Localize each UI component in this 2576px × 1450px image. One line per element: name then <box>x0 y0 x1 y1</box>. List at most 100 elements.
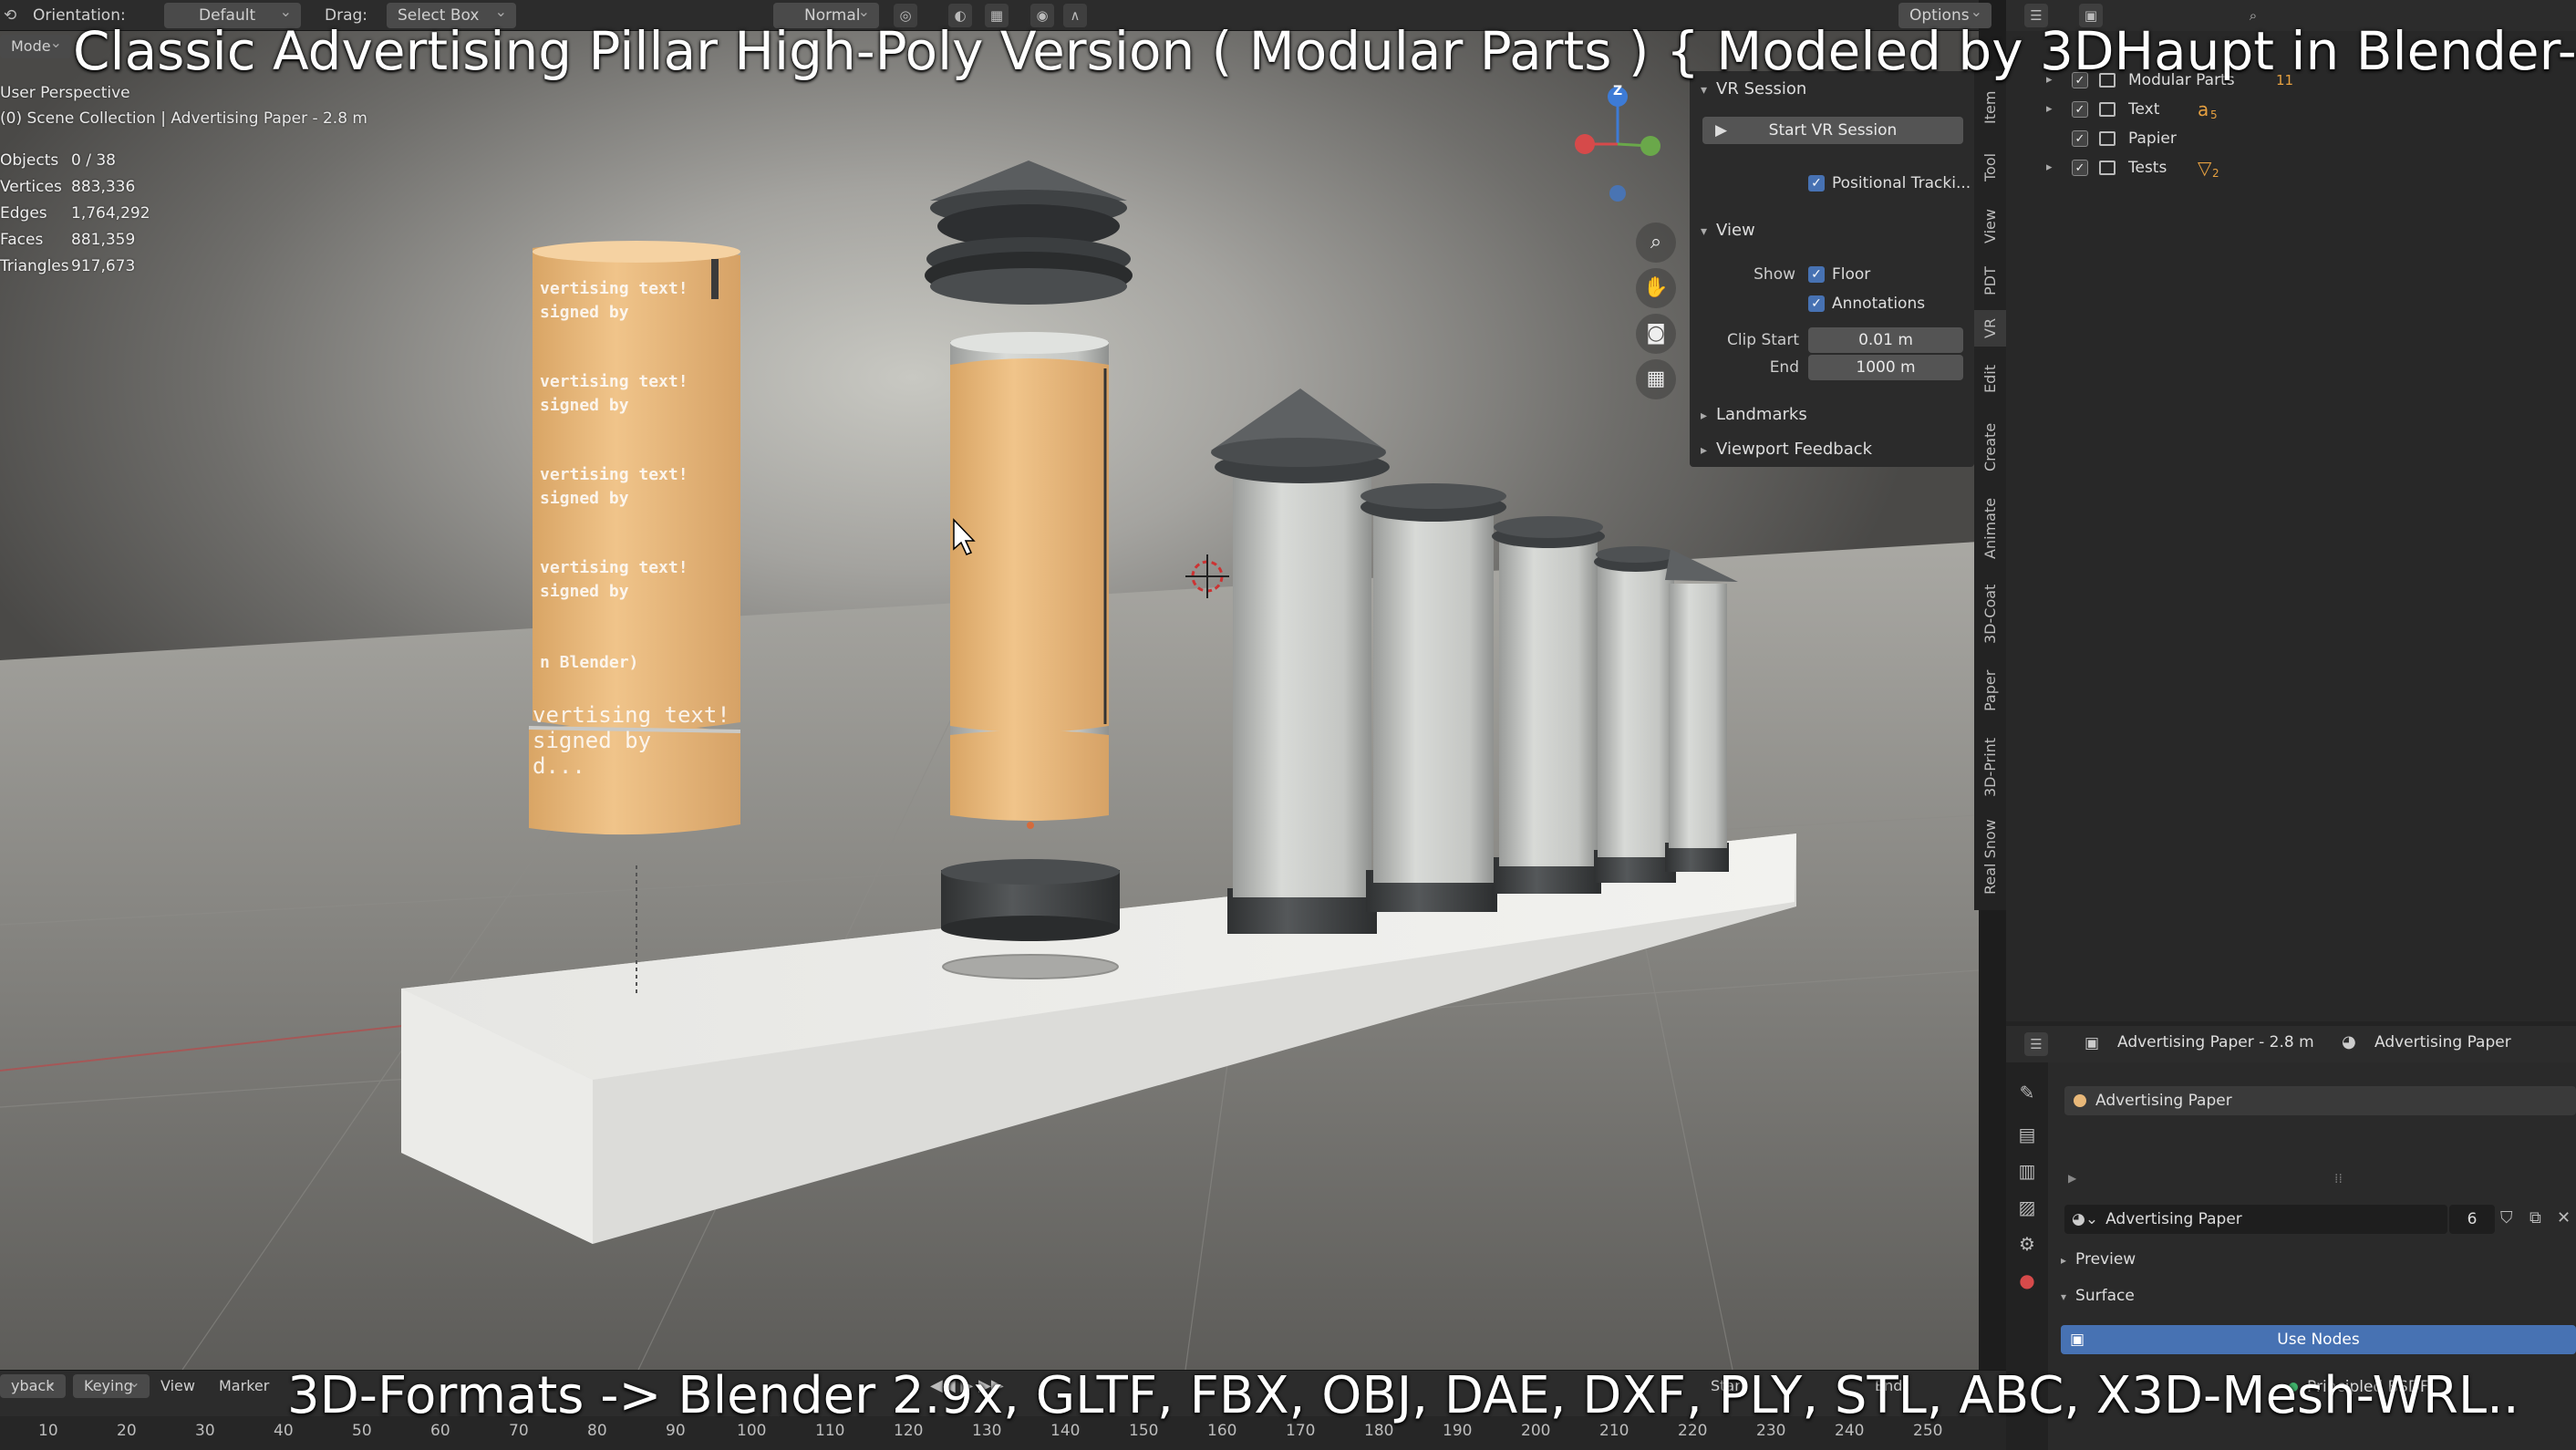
annotations-checkbox[interactable]: ✓ <box>1808 295 1825 312</box>
unlink-icon[interactable]: ✕ <box>2557 1208 2571 1227</box>
camera-icon[interactable]: ◙ <box>1636 314 1676 354</box>
visibility-checkbox[interactable]: ✓ <box>2072 160 2088 176</box>
paper-line: vertising text! <box>540 279 688 298</box>
render-tab-icon[interactable]: ▤ <box>2013 1121 2041 1148</box>
play-icon: ▶ <box>1715 121 1728 140</box>
use-nodes-label: Use Nodes <box>2277 1331 2360 1349</box>
outliner-row-name: Tests <box>2128 159 2167 177</box>
start-vr-label: Start VR Session <box>1768 121 1898 140</box>
outliner-row[interactable]: ▸ ✓ Tests ▽ 2 <box>2006 153 2576 182</box>
nodes-icon: ▣ <box>2070 1331 2085 1349</box>
viewport-feedback-header[interactable]: Viewport Feedback <box>1701 436 1872 463</box>
sidebar-tabs: Item Tool View PDT VR Edit Create Animat… <box>1974 71 2006 910</box>
tab-pdt[interactable]: PDT <box>1974 258 2006 304</box>
ortho-grid-icon[interactable]: ▦ <box>1636 359 1676 399</box>
fake-user-icon[interactable]: ⛉ <box>2500 1208 2513 1227</box>
editor-type-icon[interactable]: ☰ <box>2024 1032 2048 1056</box>
stat-value: 883,336 <box>71 178 136 196</box>
pillar-2 <box>1360 483 1506 912</box>
stat-value: 1,764,292 <box>71 204 150 223</box>
paper-line: signed by <box>540 489 629 508</box>
floor-checkbox[interactable]: ✓ <box>1808 266 1825 283</box>
stat-value: 0 / 38 <box>71 151 116 170</box>
tab-edit[interactable]: Edit <box>1974 352 2006 407</box>
collection-icon <box>2099 161 2116 175</box>
right-column: ☰ ▣ ⌕ ▸ ✓ Modular Parts 11 ▸ ✓ Text a 5 … <box>2006 0 2576 1450</box>
tab-tool[interactable]: Tool <box>1974 140 2006 194</box>
zoom-icon[interactable]: ⌕ <box>1636 223 1676 263</box>
marker-menu[interactable]: Marker <box>219 1374 269 1398</box>
visibility-checkbox[interactable]: ✓ <box>2072 130 2088 147</box>
playback-dropdown[interactable]: yback <box>0 1371 66 1398</box>
paper-line: vertising text! <box>540 372 688 391</box>
material-slot[interactable]: Advertising Paper <box>2064 1086 2576 1115</box>
world-tab-icon[interactable]: ● <box>2013 1267 2041 1294</box>
object-icon: ▣ <box>2085 1034 2100 1052</box>
material-datablock-name: Advertising Paper <box>2105 1210 2242 1228</box>
tab-3d-coat[interactable]: 3D-Coat <box>1974 573 2006 655</box>
tab-vr[interactable]: VR <box>1974 310 2006 347</box>
start-vr-button[interactable]: ▶ Start VR Session <box>1702 117 1963 144</box>
object-name-breadcrumb: Advertising Paper - 2.8 m <box>2117 1033 2314 1051</box>
video-formats-overlay: 3D-Formats -> Blender 2.9x, GLTF, FBX, O… <box>287 1366 2519 1425</box>
expand-icon[interactable]: ▸ <box>2046 95 2053 124</box>
keying-label: Keying <box>84 1377 133 1394</box>
preview-label: Preview <box>2075 1250 2136 1269</box>
user-count[interactable]: 6 <box>2449 1205 2495 1234</box>
paper-line: signed by <box>540 303 629 322</box>
surface-panel-header[interactable]: ▾ Surface <box>2061 1281 2334 1310</box>
pillar-5 <box>1665 549 1738 872</box>
tab-real-snow[interactable]: Real Snow <box>1974 812 2006 903</box>
stat-triangles: Triangles 917,673 <box>0 257 135 275</box>
view-layer-tab-icon[interactable]: ▨ <box>2013 1194 2041 1221</box>
preview-panel-header[interactable]: ▸ Preview <box>2061 1245 2334 1274</box>
tab-create[interactable]: Create <box>1974 410 2006 483</box>
landmarks-header[interactable]: Landmarks <box>1701 401 1807 429</box>
playback-label: yback <box>11 1377 55 1394</box>
material-datablock-field[interactable]: ◕⌄ Advertising Paper <box>2064 1205 2447 1234</box>
navigation-gizmo[interactable] <box>1575 87 1660 202</box>
keying-dropdown[interactable]: Keying <box>73 1371 150 1398</box>
show-label: Show <box>1754 265 1795 284</box>
mode-dropdown[interactable]: Mode <box>0 31 71 58</box>
material-slot-name: Advertising Paper <box>2095 1092 2232 1110</box>
paper-line: n Blender) <box>540 653 639 672</box>
resize-handle-icon[interactable]: ⁞⁞ <box>2334 1172 2343 1186</box>
duplicate-icon[interactable]: ⧉ <box>2529 1208 2541 1227</box>
outliner-row-name: Text <box>2128 100 2160 119</box>
use-nodes-button[interactable]: ▣ Use Nodes <box>2061 1325 2576 1354</box>
3d-viewport[interactable]: vertising text! signed by vertising text… <box>0 31 1979 1370</box>
tool-tab-icon[interactable]: ✎ <box>2013 1079 2041 1106</box>
tab-3d-print[interactable]: 3D-Print <box>1974 726 2006 808</box>
scene-tab-icon[interactable]: ⚙ <box>2013 1230 2041 1258</box>
view-menu[interactable]: View <box>160 1374 195 1398</box>
material-name-breadcrumb: Advertising Paper <box>2374 1033 2511 1051</box>
expand-icon[interactable]: ▸ <box>2046 153 2053 182</box>
expand-icon[interactable]: ▶ <box>2068 1172 2076 1185</box>
positional-tracking-checkbox[interactable]: ✓ <box>1808 175 1825 192</box>
clip-start-field[interactable]: 0.01 m <box>1808 327 1963 353</box>
tab-view[interactable]: View <box>1974 199 2006 254</box>
outliner-row[interactable]: ▸ ✓ Text a 5 <box>2006 95 2576 124</box>
view-section-header[interactable]: View <box>1701 217 1755 244</box>
clip-end-label: End <box>1769 358 1799 377</box>
transform-icon[interactable]: ⟲ <box>4 0 16 31</box>
outliner-row[interactable]: ✓ Papier <box>2006 124 2576 153</box>
gizmo-z-label: Z <box>1613 84 1623 98</box>
tab-animate[interactable]: Animate <box>1974 487 2006 569</box>
stat-faces: Faces 881,359 <box>0 231 135 249</box>
stat-key: Objects <box>0 151 59 170</box>
mode-label: Mode <box>11 37 51 55</box>
perspective-label: User Perspective <box>0 84 130 102</box>
clip-end-field[interactable]: 1000 m <box>1808 355 1963 380</box>
output-tab-icon[interactable]: ▥ <box>2013 1157 2041 1185</box>
outliner: ☰ ▣ ⌕ ▸ ✓ Modular Parts 11 ▸ ✓ Text a 5 … <box>2006 0 2576 1021</box>
frame-tick: 30 <box>195 1422 215 1440</box>
visibility-checkbox[interactable]: ✓ <box>2072 101 2088 118</box>
tab-paper[interactable]: Paper <box>1974 658 2006 722</box>
stat-value: 917,673 <box>71 257 136 275</box>
positional-tracking-label: Positional Tracki... <box>1832 174 1971 192</box>
tab-item[interactable]: Item <box>1974 80 2006 135</box>
pan-hand-icon[interactable]: ✋ <box>1636 268 1676 308</box>
cap-part <box>925 161 1133 305</box>
